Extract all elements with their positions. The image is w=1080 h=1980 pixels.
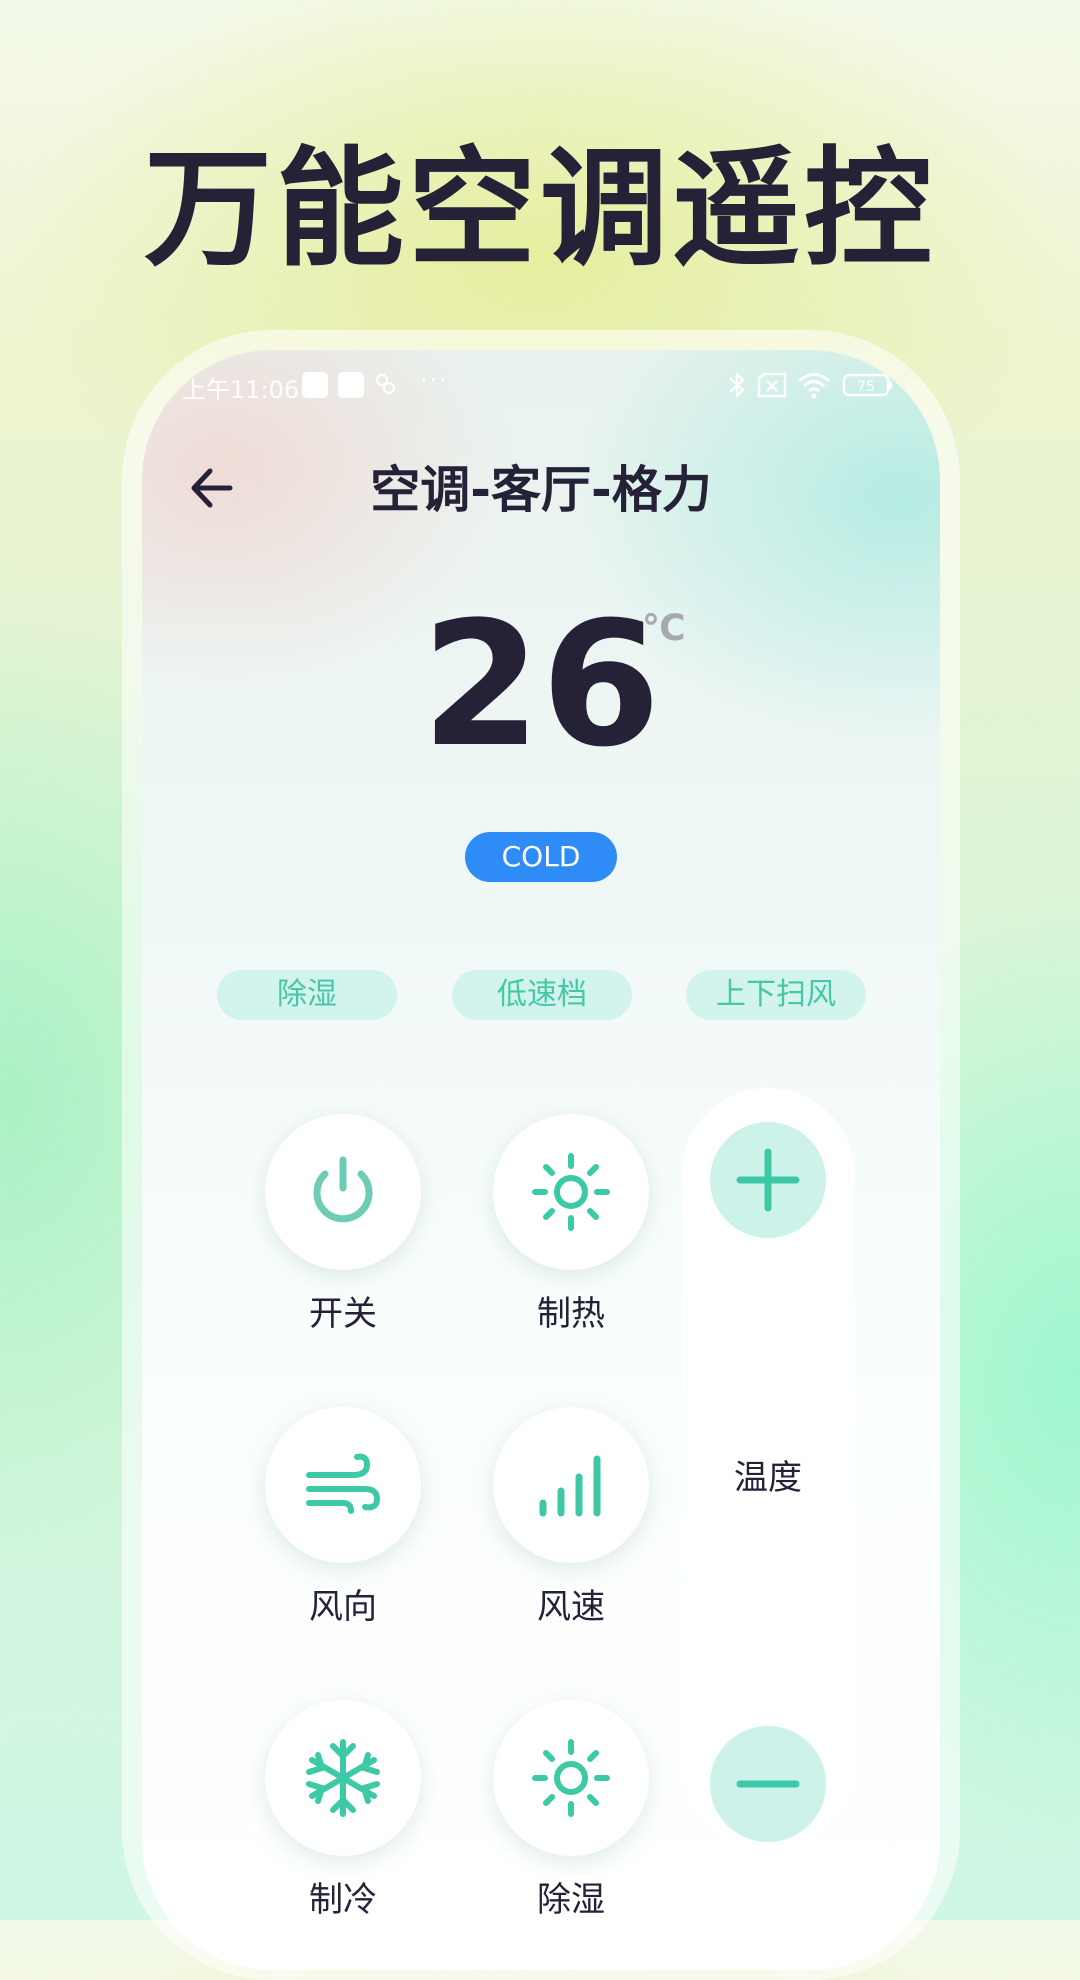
heat-label: 制热 [537,1294,605,1334]
mode-badge: COLD [465,832,617,882]
battery-icon: 75 [842,373,892,397]
status-chip-swing: 上下扫风 [686,970,866,1020]
bluetooth-icon [729,372,745,398]
more-notifications-icon: ··· [420,366,449,394]
phone-screen: 上午11:06 ··· 75 空调-客厅-格力 26 ℃ COLD 除湿 低速档… [142,350,940,1970]
status-chip-fan-speed: 低速档 [452,970,632,1020]
sun-icon [532,1739,610,1817]
cool-button[interactable] [265,1700,421,1856]
status-chip-dehumidify: 除湿 [217,970,397,1020]
temperature-label: 温度 [734,1458,802,1498]
app-notification-icon [376,374,395,394]
wind-direction-button[interactable] [265,1407,421,1563]
page-title: 空调-客厅-格力 [370,461,712,519]
snowflake-icon [306,1739,380,1817]
wifi-icon [798,373,830,399]
promo-headline: 万能空调遥控 [143,135,936,284]
fan-speed-label: 风速 [537,1587,605,1627]
dehumidify-button[interactable] [493,1700,649,1856]
power-icon [313,1156,373,1223]
temperature-unit: ℃ [642,608,686,649]
notification-icon [338,372,364,398]
status-time: 上午11:06 [182,376,300,404]
wind-direction-label: 风向 [309,1587,377,1627]
temperature-decrease-button[interactable] [710,1726,826,1842]
power-label: 开关 [309,1294,377,1334]
fan-speed-button[interactable] [493,1407,649,1563]
heat-button[interactable] [493,1114,649,1270]
battery-level: 75 [857,379,875,395]
plus-icon [736,1148,800,1212]
signal-bars-icon [539,1455,601,1517]
dehumidify-label: 除湿 [537,1880,605,1920]
status-bar: 上午11:06 ··· 75 [142,350,940,420]
notification-icon [302,372,328,398]
no-sim-icon [757,372,787,398]
wind-icon [306,1453,381,1514]
cool-label: 制冷 [309,1880,377,1920]
temperature-control: 温度 [681,1088,855,1848]
power-button[interactable] [265,1114,421,1270]
temperature-value: 26 [421,584,661,785]
temperature-increase-button[interactable] [710,1122,826,1238]
sun-icon [532,1153,610,1231]
minus-icon [736,1780,800,1788]
